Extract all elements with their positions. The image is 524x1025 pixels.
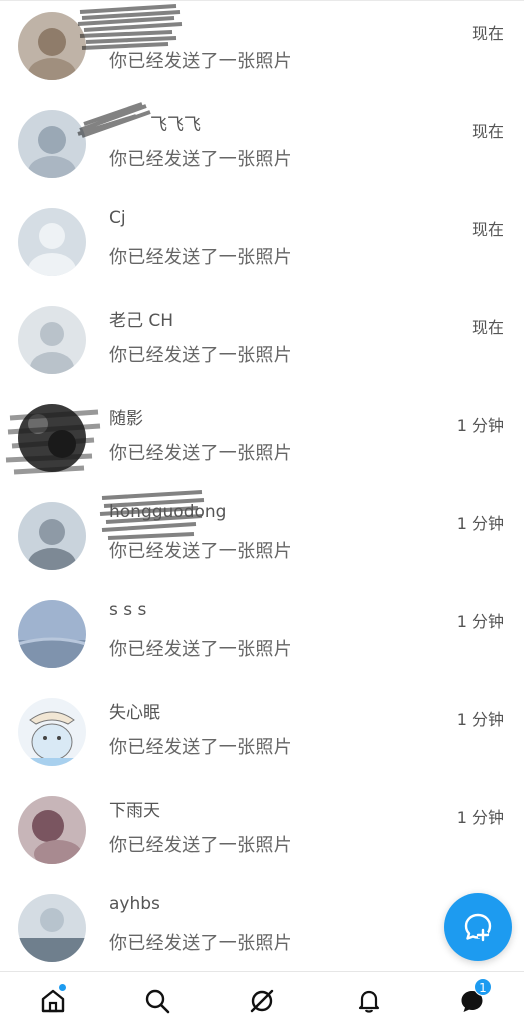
bell-icon (358, 990, 380, 1013)
conversation-preview: 你已经发送了一张照片 (109, 443, 292, 464)
conversation-preview: 你已经发送了一张照片 (109, 51, 292, 72)
new-message-icon (464, 913, 492, 942)
default-person-avatar[interactable] (18, 208, 86, 276)
bottom-tab-bar: 1 (0, 971, 524, 1025)
conversation-time: 现在 (471, 24, 504, 43)
messages-badge: 1 (474, 978, 492, 996)
conversation-time: 1 分钟 (456, 514, 504, 533)
conversation-row[interactable]: s s s 你已经发送了一张照片 1 分钟 (0, 588, 524, 686)
conversation-name: ayhbs (109, 894, 160, 914)
conversation-preview: 你已经发送了一张照片 (109, 149, 292, 170)
avatar[interactable] (18, 894, 86, 962)
avatar[interactable] (18, 600, 86, 668)
conversation-time: 现在 (471, 122, 504, 141)
conversation-name: 失心眠 (109, 703, 160, 723)
conversation-name: 随影 (109, 409, 143, 429)
new-message-button[interactable] (444, 893, 512, 961)
tab-home[interactable] (36, 983, 70, 1018)
tab-messages[interactable]: 1 (455, 978, 492, 1018)
conversation-row[interactable]: hongguodong 你已经发送了一张照片 1 分钟 (0, 490, 524, 588)
conversation-preview: 你已经发送了一张照片 (109, 835, 292, 856)
avatar[interactable] (18, 404, 86, 472)
conversation-name: Cj (109, 208, 126, 228)
conversation-row[interactable]: 随影 你已经发送了一张照片 1 分钟 (0, 392, 524, 490)
conversation-name: 下雨天 (109, 801, 160, 821)
avatar[interactable] (18, 502, 86, 570)
conversation-name: hongguodong (109, 502, 227, 522)
conversation-row[interactable]: 飞飞飞 你已经发送了一张照片 现在 (0, 98, 524, 196)
avatar[interactable] (18, 12, 86, 80)
tab-search[interactable] (140, 984, 174, 1018)
conversation-time: 1 分钟 (456, 612, 504, 631)
redaction-scribble (77, 4, 183, 50)
conversation-preview: 你已经发送了一张照片 (109, 933, 292, 954)
conversation-time: 1 分钟 (456, 710, 504, 729)
conversation-time: 现在 (471, 318, 504, 337)
conversation-preview: 你已经发送了一张照片 (109, 247, 292, 268)
conversation-preview: 你已经发送了一张照片 (109, 345, 292, 366)
conversation-row[interactable]: 老己 CH 你已经发送了一张照片 现在 (0, 294, 524, 392)
conversation-name: s s s (109, 600, 147, 620)
conversation-preview: 你已经发送了一张照片 (109, 737, 292, 758)
spaces-icon (250, 989, 274, 1013)
conversation-time: 1 分钟 (456, 808, 504, 827)
avatar[interactable] (18, 110, 86, 178)
conversation-row[interactable]: 失心眠 你已经发送了一张照片 1 分钟 (0, 686, 524, 784)
redaction-scribble (77, 102, 151, 138)
tab-notifications[interactable] (352, 984, 386, 1018)
avatar[interactable] (18, 796, 86, 864)
conversation-name: 老己 CH (109, 311, 174, 331)
tab-spaces[interactable] (245, 984, 279, 1018)
conversation-row[interactable]: Cj 你已经发送了一张照片 现在 (0, 196, 524, 294)
default-person-avatar[interactable] (18, 306, 86, 374)
avatar[interactable] (18, 698, 86, 766)
conversation-name: 飞飞飞 (150, 115, 201, 135)
conversation-row[interactable]: 下雨天 你已经发送了一张照片 1 分钟 (0, 784, 524, 882)
conversation-row[interactable]: 你已经发送了一张照片 现在 (0, 0, 524, 98)
conversation-preview: 你已经发送了一张照片 (109, 639, 292, 660)
conversation-time: 1 分钟 (456, 416, 504, 435)
search-icon (145, 989, 170, 1014)
home-notification-dot (58, 983, 67, 992)
conversation-preview: 你已经发送了一张照片 (109, 541, 292, 562)
conversation-time: 现在 (471, 220, 504, 239)
